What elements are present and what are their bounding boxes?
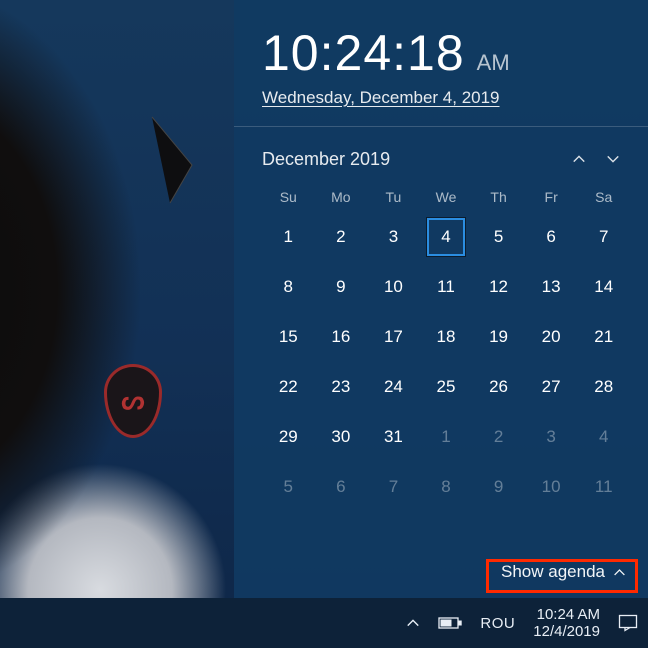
calendar-week-row: 2930311234 — [262, 413, 630, 461]
calendar-day[interactable]: 7 — [577, 213, 630, 261]
dow-cell: Sa — [577, 189, 630, 213]
calendar-week-row: 891011121314 — [262, 263, 630, 311]
clock-section: 10:24:18 AM Wednesday, December 4, 2019 — [234, 0, 648, 127]
calendar-day[interactable]: 27 — [525, 363, 578, 411]
calendar-day[interactable]: 8 — [262, 263, 315, 311]
calendar-day[interactable]: 11 — [577, 463, 630, 511]
calendar-day[interactable]: 1 — [420, 413, 473, 461]
clock-time: 10:24:18 — [262, 24, 465, 82]
calendar-day[interactable]: 11 — [420, 263, 473, 311]
dow-cell: Th — [472, 189, 525, 213]
action-center-button[interactable] — [618, 614, 638, 632]
notification-icon — [618, 614, 638, 632]
calendar-day[interactable]: 2 — [315, 213, 368, 261]
calendar-section: December 2019 Su Mo Tu We Th Fr Sa 12345… — [234, 127, 648, 521]
calendar-day[interactable]: 10 — [525, 463, 578, 511]
calendar-dow-row: Su Mo Tu We Th Fr Sa — [262, 189, 630, 213]
dow-cell: Tu — [367, 189, 420, 213]
calendar-day[interactable]: 30 — [315, 413, 368, 461]
datetime-flyout: 10:24:18 AM Wednesday, December 4, 2019 … — [234, 0, 648, 598]
calendar-day[interactable]: 9 — [472, 463, 525, 511]
calendar-day-today[interactable]: 4 — [420, 213, 473, 261]
calendar-next-button[interactable] — [596, 145, 630, 173]
clock-date-link[interactable]: Wednesday, December 4, 2019 — [262, 88, 500, 108]
calendar-week-row: 567891011 — [262, 463, 630, 511]
calendar-day[interactable]: 22 — [262, 363, 315, 411]
clock-ampm: AM — [477, 50, 510, 76]
calendar-day[interactable]: 25 — [420, 363, 473, 411]
taskbar: ROU 10:24 AM 12/4/2019 — [0, 598, 648, 648]
tray-overflow-button[interactable] — [406, 616, 420, 630]
calendar-day[interactable]: 23 — [315, 363, 368, 411]
calendar-day[interactable]: 1 — [262, 213, 315, 261]
dow-cell: Fr — [525, 189, 578, 213]
dow-cell: We — [420, 189, 473, 213]
calendar-day[interactable]: 2 — [472, 413, 525, 461]
taskbar-date: 12/4/2019 — [533, 623, 600, 640]
calendar-day[interactable]: 18 — [420, 313, 473, 361]
calendar-day[interactable]: 4 — [577, 413, 630, 461]
chevron-up-icon — [572, 152, 586, 166]
calendar-day[interactable]: 26 — [472, 363, 525, 411]
calendar-day[interactable]: 13 — [525, 263, 578, 311]
calendar-day[interactable]: 20 — [525, 313, 578, 361]
calendar-day[interactable]: 3 — [525, 413, 578, 461]
calendar-day[interactable]: 3 — [367, 213, 420, 261]
calendar-title[interactable]: December 2019 — [262, 149, 562, 170]
battery-icon[interactable] — [438, 616, 462, 630]
calendar-day[interactable]: 8 — [420, 463, 473, 511]
dow-cell: Mo — [315, 189, 368, 213]
calendar-day[interactable]: 17 — [367, 313, 420, 361]
taskbar-time: 10:24 AM — [537, 606, 600, 623]
calendar-day[interactable]: 31 — [367, 413, 420, 461]
calendar-day[interactable]: 24 — [367, 363, 420, 411]
calendar-day[interactable]: 12 — [472, 263, 525, 311]
calendar-week-row: 22232425262728 — [262, 363, 630, 411]
chevron-up-icon — [406, 616, 420, 630]
calendar-day[interactable]: 9 — [315, 263, 368, 311]
battery-icon-svg — [438, 616, 462, 630]
calendar-day[interactable]: 19 — [472, 313, 525, 361]
calendar-day[interactable]: 21 — [577, 313, 630, 361]
calendar-day[interactable]: 15 — [262, 313, 315, 361]
calendar-week-row: 15161718192021 — [262, 313, 630, 361]
calendar-prev-button[interactable] — [562, 145, 596, 173]
calendar-day[interactable]: 16 — [315, 313, 368, 361]
calendar-day[interactable]: 14 — [577, 263, 630, 311]
dow-cell: Su — [262, 189, 315, 213]
chevron-down-icon — [606, 152, 620, 166]
chevron-up-icon — [613, 566, 626, 579]
calendar-day[interactable]: 28 — [577, 363, 630, 411]
calendar-day[interactable]: 6 — [315, 463, 368, 511]
calendar-day[interactable]: 6 — [525, 213, 578, 261]
system-tray: ROU 10:24 AM 12/4/2019 — [406, 606, 638, 641]
calendar-day[interactable]: 29 — [262, 413, 315, 461]
calendar-day[interactable]: 5 — [472, 213, 525, 261]
ime-indicator[interactable]: ROU — [480, 615, 515, 632]
calendar-grid: 1234567891011121314151617181920212223242… — [262, 213, 630, 511]
show-agenda-button[interactable]: Show agenda — [495, 558, 632, 586]
calendar-day[interactable]: 5 — [262, 463, 315, 511]
calendar-day[interactable]: 7 — [367, 463, 420, 511]
taskbar-clock[interactable]: 10:24 AM 12/4/2019 — [533, 606, 600, 641]
show-agenda-label: Show agenda — [501, 562, 605, 582]
calendar-day[interactable]: 10 — [367, 263, 420, 311]
calendar-week-row: 1234567 — [262, 213, 630, 261]
